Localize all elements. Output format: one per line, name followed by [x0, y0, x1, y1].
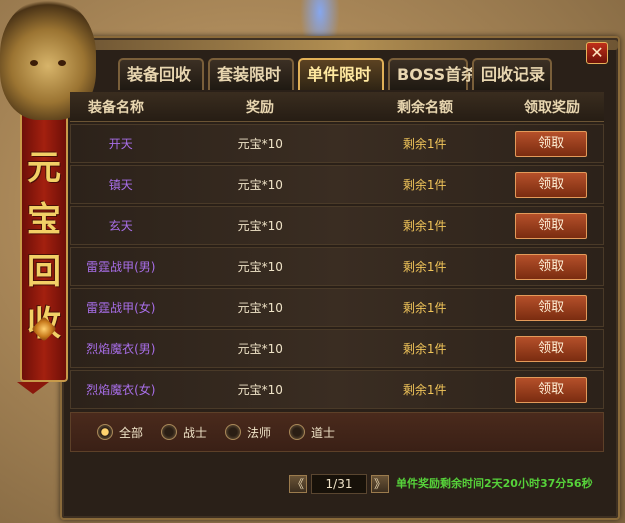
reward: 元宝*10: [237, 342, 283, 356]
table-row: 烈焰魔衣(男) 元宝*10 剩余1件 领取: [70, 329, 604, 368]
filter-taoist[interactable]: 道士: [289, 424, 335, 441]
filter-label: 战士: [183, 425, 208, 440]
remaining: 剩余1件: [402, 342, 447, 356]
radio-icon[interactable]: [225, 424, 242, 440]
table-header: 装备名称 奖励 剩余名额 领取奖励: [70, 92, 604, 122]
table-row: 玄天 元宝*10 剩余1件 领取: [70, 206, 604, 245]
reward: 元宝*10: [237, 383, 283, 397]
item-name: 雷霆战甲(女): [86, 301, 156, 315]
header-remaining: 剩余名额: [397, 99, 453, 116]
tab-single-limited[interactable]: 单件限时: [298, 58, 384, 90]
filter-mage[interactable]: 法师: [225, 424, 271, 441]
remaining: 剩余1件: [402, 219, 447, 233]
remaining: 剩余1件: [402, 383, 447, 397]
reward: 元宝*10: [237, 260, 283, 274]
claim-button[interactable]: 领取: [515, 294, 588, 321]
item-name: 烈焰魔衣(女): [86, 383, 156, 397]
side-banner: 元宝回收: [20, 110, 68, 382]
claim-button[interactable]: 领取: [515, 130, 588, 157]
item-name: 开天: [108, 137, 133, 151]
item-name: 镇天: [108, 178, 133, 192]
tab-set-limited[interactable]: 套装限时: [208, 58, 294, 90]
radio-icon[interactable]: [289, 424, 306, 440]
reward: 元宝*10: [237, 219, 283, 233]
filter-all[interactable]: 全部: [97, 424, 143, 441]
item-name: 烈焰魔衣(男): [86, 342, 156, 356]
tab-bar: 装备回收 套装限时 单件限时 BOSS首杀 回收记录: [118, 58, 552, 90]
dragon-eye-left: [30, 60, 38, 66]
radio-icon[interactable]: [161, 424, 178, 440]
panel-top-trim: [78, 40, 618, 50]
prev-page-button[interactable]: 《: [289, 475, 307, 493]
reward: 元宝*10: [237, 178, 283, 192]
item-name: 玄天: [108, 219, 133, 233]
tab-equipment-recycle[interactable]: 装备回收: [118, 58, 204, 90]
filter-label: 全部: [119, 425, 144, 440]
header-claim: 领取奖励: [524, 99, 580, 116]
next-page-button[interactable]: 》: [371, 475, 389, 493]
banner-tail: [17, 382, 49, 394]
table-row: 雷霆战甲(男) 元宝*10 剩余1件 领取: [70, 247, 604, 286]
tab-recycle-records[interactable]: 回收记录: [472, 58, 552, 90]
item-name: 雷霆战甲(男): [86, 260, 156, 274]
claim-button[interactable]: 领取: [515, 171, 588, 198]
reward-table: 开天 元宝*10 剩余1件 领取 镇天 元宝*10 剩余1件 领取 玄天 元宝*…: [70, 124, 604, 411]
table-row: 镇天 元宝*10 剩余1件 领取: [70, 165, 604, 204]
header-reward: 奖励: [246, 99, 274, 116]
remaining: 剩余1件: [402, 301, 447, 315]
filter-label: 法师: [247, 425, 272, 440]
radio-checked-icon[interactable]: [97, 424, 113, 440]
dragon-eye-right: [58, 60, 66, 66]
reward: 元宝*10: [237, 137, 283, 151]
table-row: 开天 元宝*10 剩余1件 领取: [70, 124, 604, 163]
tab-boss-first-kill[interactable]: BOSS首杀: [388, 58, 477, 90]
table-row: 烈焰魔衣(女) 元宝*10 剩余1件 领取: [70, 370, 604, 409]
page-indicator: 1/31: [311, 474, 367, 494]
claim-button[interactable]: 领取: [515, 212, 588, 239]
filter-label: 道士: [311, 425, 336, 440]
reward: 元宝*10: [237, 301, 283, 315]
claim-button[interactable]: 领取: [515, 376, 588, 403]
filter-warrior[interactable]: 战士: [161, 424, 207, 441]
class-filter-bar: 全部 战士 法师 道士: [70, 412, 604, 452]
close-button[interactable]: ✕: [586, 42, 608, 64]
countdown-text: 单件奖励剩余时间2天20小时37分56秒: [396, 477, 593, 490]
remaining: 剩余1件: [402, 137, 447, 151]
table-row: 雷霆战甲(女) 元宝*10 剩余1件 领取: [70, 288, 604, 327]
remaining: 剩余1件: [402, 260, 447, 274]
claim-button[interactable]: 领取: [515, 335, 588, 362]
remaining: 剩余1件: [402, 178, 447, 192]
claim-button[interactable]: 领取: [515, 253, 588, 280]
header-item-name: 装备名称: [88, 99, 144, 116]
